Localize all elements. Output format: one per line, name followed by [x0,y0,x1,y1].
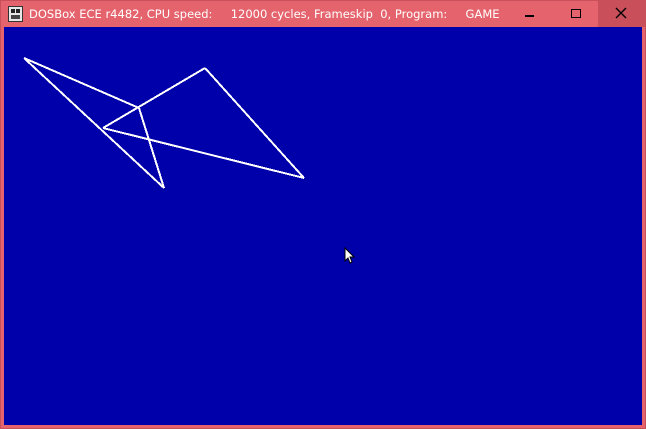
wire-line [102,127,305,179]
minimize-icon [525,15,534,17]
minimize-button[interactable] [506,1,552,27]
maximize-icon [571,9,581,18]
dos-screen[interactable] [4,27,642,425]
close-button[interactable] [598,1,645,27]
wireframe-drawing [23,57,305,189]
dosbox-app-icon[interactable] [8,6,23,22]
maximize-button[interactable] [552,1,598,27]
title-bar[interactable]: DOSBox ECE r4482, CPU speed: 12000 cycle… [1,1,645,27]
close-icon [615,7,627,19]
dosbox-window: DOSBox ECE r4482, CPU speed: 12000 cycle… [0,0,646,429]
wire-line [23,57,140,109]
mouse-pointer-icon [344,247,356,264]
window-title: DOSBox ECE r4482, CPU speed: 12000 cycle… [29,7,500,21]
wire-line [204,67,305,179]
